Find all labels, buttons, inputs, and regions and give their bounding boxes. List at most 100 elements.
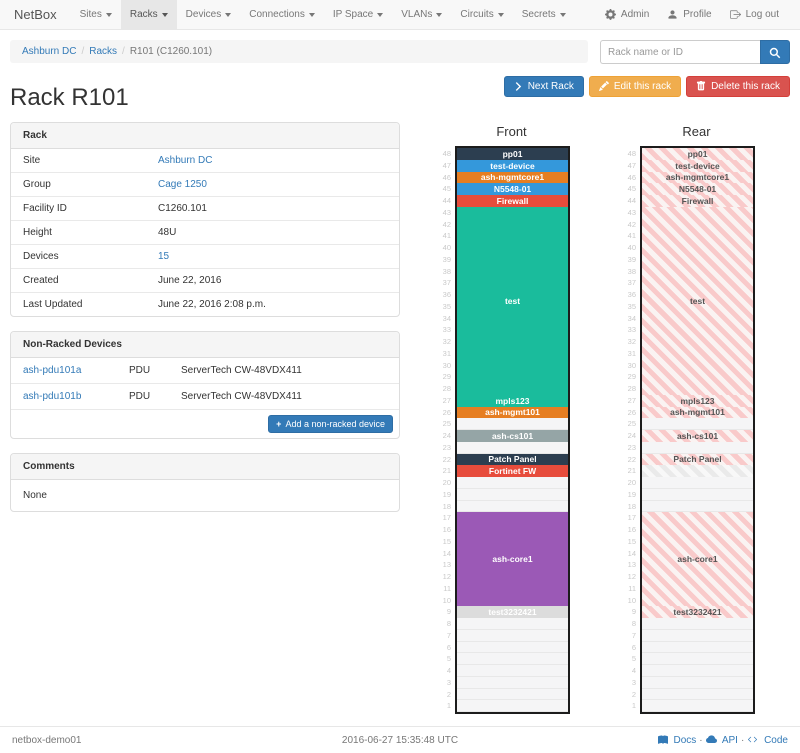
rack-unit-rear[interactable] xyxy=(642,465,753,477)
next-rack-button[interactable]: Next Rack xyxy=(504,76,584,97)
breadcrumb-link[interactable]: Ashburn DC xyxy=(22,46,76,57)
comments-panel: Comments None xyxy=(10,453,400,512)
rack-unit-empty[interactable] xyxy=(457,653,568,665)
rack-unit-empty[interactable] xyxy=(457,642,568,654)
unit-number: 20 xyxy=(620,477,636,489)
rack-unit-device[interactable]: mpls123 xyxy=(457,395,568,407)
nav-item-log-out[interactable]: Log out xyxy=(721,0,788,29)
unit-number: 43 xyxy=(620,207,636,219)
search-button[interactable] xyxy=(760,40,790,64)
unit-number: 15 xyxy=(435,536,451,548)
rack-unit-empty[interactable] xyxy=(642,700,753,712)
non-racked-device-row: ash-pdu101aPDUServerTech CW-48VDX411 xyxy=(11,358,399,384)
rack-unit-empty[interactable] xyxy=(457,665,568,677)
device-link[interactable]: ash-pdu101a xyxy=(23,365,81,376)
nav-item-admin[interactable]: Admin xyxy=(596,0,658,29)
rack-unit-rear[interactable]: ash-cs101 xyxy=(642,430,753,442)
rack-unit-device[interactable]: Firewall xyxy=(457,195,568,207)
attr-value-link[interactable]: Ashburn DC xyxy=(158,155,212,166)
rack-unit-device[interactable]: test-device xyxy=(457,160,568,172)
action-buttons: Next Rack Edit this rack Delete this rac… xyxy=(504,76,790,97)
footer-link-code[interactable]: Code xyxy=(747,735,788,746)
rack-unit-rear[interactable]: Firewall xyxy=(642,195,753,207)
rack-unit-empty[interactable] xyxy=(457,677,568,689)
rack-unit-empty[interactable] xyxy=(457,700,568,712)
nav-item-secrets[interactable]: Secrets xyxy=(513,0,575,29)
rack-unit-empty[interactable] xyxy=(642,442,753,454)
edit-rack-button[interactable]: Edit this rack xyxy=(589,76,681,97)
rack-unit-empty[interactable] xyxy=(642,642,753,654)
rack-unit-device[interactable]: Patch Panel xyxy=(457,454,568,466)
chevron-down-icon xyxy=(106,13,112,17)
rack-unit-empty[interactable] xyxy=(642,653,753,665)
unit-number: 15 xyxy=(620,536,636,548)
unit-number: 30 xyxy=(620,360,636,372)
nav-item-connections[interactable]: Connections xyxy=(240,0,324,29)
search-input[interactable] xyxy=(600,40,760,64)
rack-unit-empty[interactable] xyxy=(457,418,568,430)
rack-unit-empty[interactable] xyxy=(642,418,753,430)
attr-value-link[interactable]: Cage 1250 xyxy=(158,179,207,190)
rack-unit-rear[interactable]: pp01 xyxy=(642,148,753,160)
rack-unit-rear[interactable]: test-device xyxy=(642,160,753,172)
rack-unit-device[interactable]: Fortinet FW xyxy=(457,465,568,477)
device-role: PDU xyxy=(129,358,181,383)
nav-item-vlans[interactable]: VLANs xyxy=(392,0,451,29)
rack-unit-rear[interactable]: Patch Panel xyxy=(642,454,753,466)
unit-number: 3 xyxy=(620,677,636,689)
unit-number: 7 xyxy=(435,630,451,642)
brand[interactable]: NetBox xyxy=(12,0,71,29)
attr-value-link[interactable]: 15 xyxy=(158,251,169,262)
rack-unit-device[interactable]: N5548-01 xyxy=(457,183,568,195)
nav-item-circuits[interactable]: Circuits xyxy=(451,0,512,29)
rack-unit-rear[interactable]: mpls123 xyxy=(642,395,753,407)
rack-unit-empty[interactable] xyxy=(457,618,568,630)
rack-unit-device[interactable]: ash-cs101 xyxy=(457,430,568,442)
unit-number: 32 xyxy=(435,336,451,348)
rack-unit-empty[interactable] xyxy=(457,689,568,701)
device-link[interactable]: ash-pdu101b xyxy=(23,391,81,402)
rack-unit-empty[interactable] xyxy=(642,489,753,501)
rack-unit-empty[interactable] xyxy=(457,501,568,513)
rack-unit-empty[interactable] xyxy=(642,689,753,701)
footer-link-api[interactable]: API xyxy=(706,735,738,746)
rack-unit-empty[interactable] xyxy=(457,489,568,501)
nav-item-racks[interactable]: Racks xyxy=(121,0,177,29)
rack-unit-empty[interactable] xyxy=(642,477,753,489)
rack-unit-rear[interactable]: ash-mgmt101 xyxy=(642,407,753,419)
nav-item-profile[interactable]: Profile xyxy=(658,0,720,29)
rack-unit-rear[interactable]: ash-core1 xyxy=(642,512,753,606)
rack-unit-device[interactable]: test3232421 xyxy=(457,606,568,618)
rack-unit-empty[interactable] xyxy=(457,630,568,642)
rack-unit-rear[interactable]: ash-mgmtcore1 xyxy=(642,172,753,184)
rack-unit-rear[interactable]: test xyxy=(642,207,753,395)
rack-unit-rear[interactable]: N5548-01 xyxy=(642,183,753,195)
rack-unit-rear[interactable]: test3232421 xyxy=(642,606,753,618)
nav-item-sites[interactable]: Sites xyxy=(71,0,121,29)
attr-value: June 22, 2016 xyxy=(146,269,233,292)
delete-rack-button[interactable]: Delete this rack xyxy=(686,76,790,97)
breadcrumb-link[interactable]: Racks xyxy=(89,46,117,57)
unit-number: 42 xyxy=(620,219,636,231)
page-title: Rack R101 xyxy=(10,84,129,112)
rack-unit-empty[interactable] xyxy=(642,501,753,513)
rack-unit-empty[interactable] xyxy=(642,618,753,630)
unit-number: 12 xyxy=(435,571,451,583)
unit-number: 9 xyxy=(435,606,451,618)
rack-unit-empty[interactable] xyxy=(457,477,568,489)
gear-icon xyxy=(605,9,616,21)
nav-item-ip-space[interactable]: IP Space xyxy=(324,0,392,29)
rack-unit-device[interactable]: ash-mgmtcore1 xyxy=(457,172,568,184)
nav-item-devices[interactable]: Devices xyxy=(177,0,241,29)
rack-unit-empty[interactable] xyxy=(642,665,753,677)
rack-unit-device[interactable]: ash-core1 xyxy=(457,512,568,606)
footer-link-docs[interactable]: Docs xyxy=(658,735,697,746)
rack-unit-empty[interactable] xyxy=(642,630,753,642)
rack-unit-device[interactable]: ash-mgmt101 xyxy=(457,407,568,419)
rack-unit-device[interactable]: pp01 xyxy=(457,148,568,160)
unit-number: 21 xyxy=(435,465,451,477)
rack-unit-device[interactable]: test xyxy=(457,207,568,395)
rack-unit-empty[interactable] xyxy=(642,677,753,689)
rack-unit-empty[interactable] xyxy=(457,442,568,454)
add-non-racked-device-button[interactable]: + Add a non-racked device xyxy=(268,415,393,433)
